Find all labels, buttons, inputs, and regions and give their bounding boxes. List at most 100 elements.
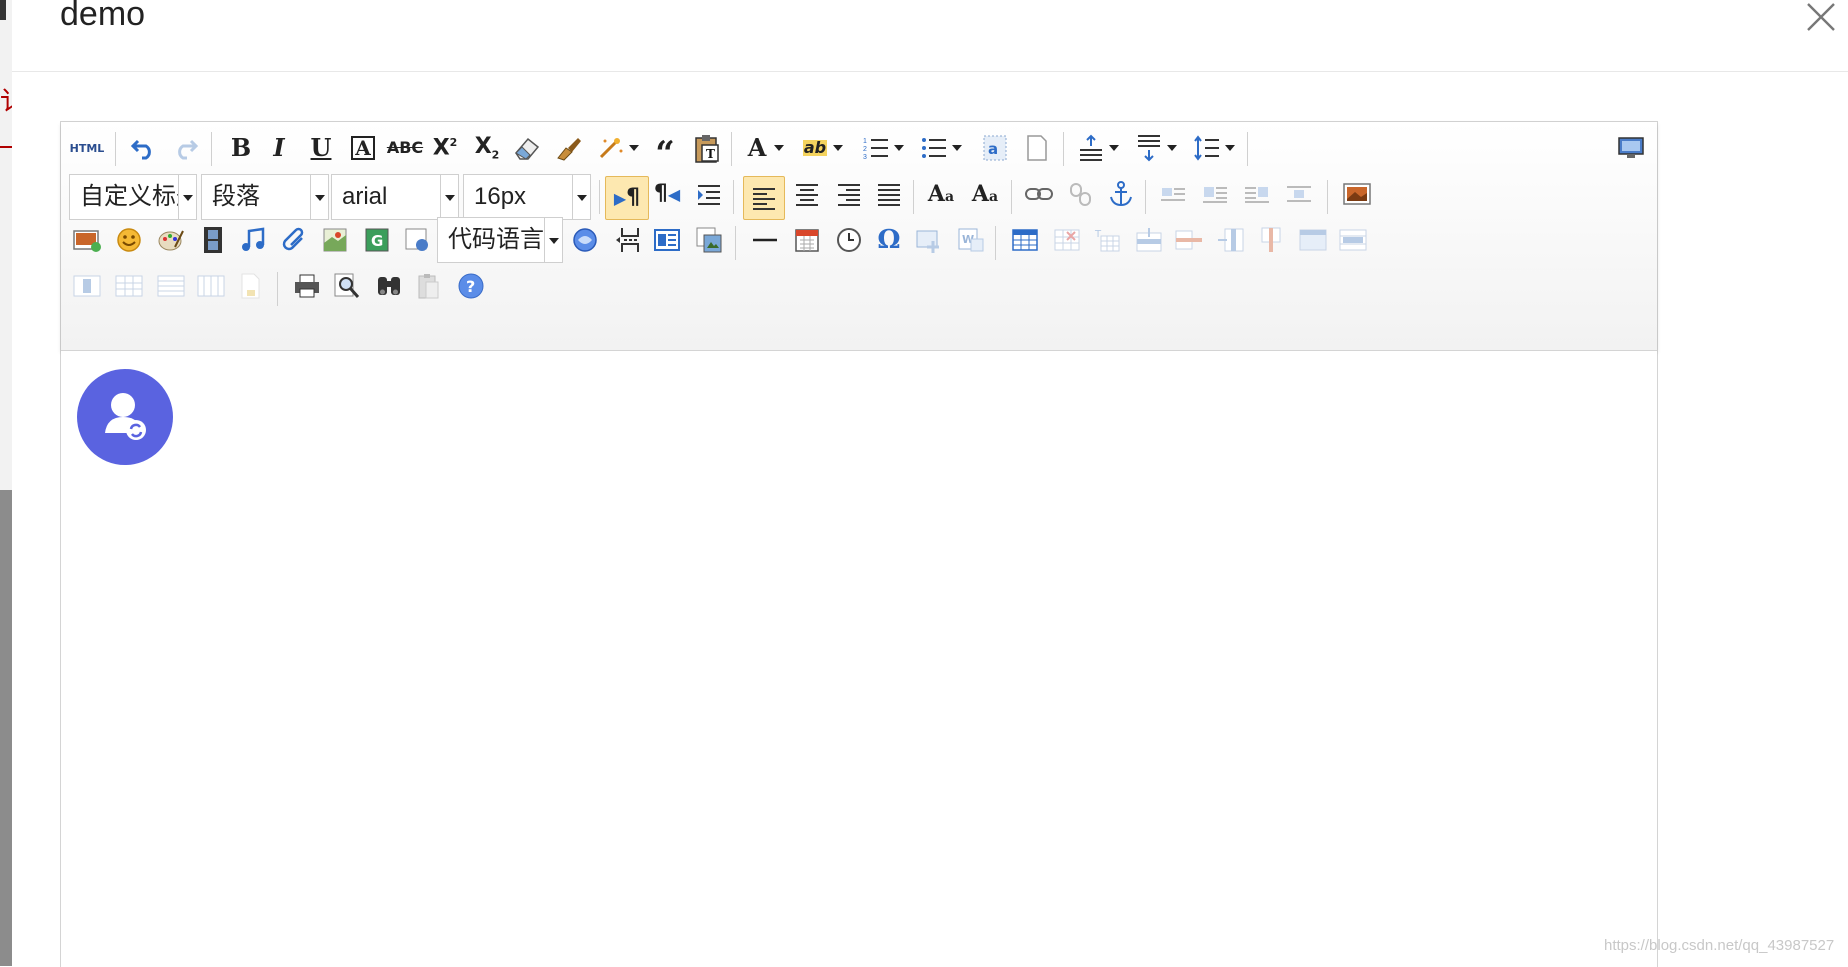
underline-icon[interactable]: U (301, 128, 341, 168)
editor-content-area[interactable] (61, 351, 1657, 967)
clear-doc-icon[interactable] (1017, 128, 1057, 168)
format-painter-icon[interactable] (549, 128, 589, 168)
toolbar-separator (1327, 180, 1328, 214)
draft-icon[interactable] (409, 266, 449, 306)
svg-text:2: 2 (863, 146, 867, 153)
svg-text:a: a (988, 140, 998, 158)
music-icon[interactable] (233, 220, 273, 260)
direction-rtl-icon[interactable]: ¶◀ (647, 174, 687, 214)
anchor-icon[interactable] (1101, 174, 1141, 214)
background-icon[interactable] (689, 220, 729, 260)
link-icon[interactable] (1019, 174, 1059, 214)
insert-row-icon[interactable] (1129, 220, 1169, 260)
print-icon[interactable] (287, 266, 327, 306)
font-family-select[interactable]: arial (331, 174, 459, 220)
find-icon[interactable] (369, 266, 409, 306)
preview-icon[interactable] (1611, 128, 1651, 168)
image-none-icon[interactable] (1153, 174, 1193, 214)
row-spacing-bottom-icon[interactable] (1129, 128, 1183, 168)
split-to-cols-icon[interactable] (191, 266, 231, 306)
font-size-select-value: 16px (474, 183, 527, 210)
to-lowercase-icon[interactable]: Aa (965, 174, 1005, 214)
delete-col-icon[interactable] (1251, 220, 1291, 260)
help-icon[interactable]: ? (451, 266, 491, 306)
highlight-color-icon[interactable]: ab (797, 128, 849, 168)
font-border-icon[interactable]: A (343, 128, 383, 168)
insert-col-icon[interactable] (1211, 220, 1251, 260)
direction-ltr-icon[interactable]: ▶¶ (605, 176, 649, 220)
unlink-icon[interactable] (1061, 174, 1101, 214)
chevron-down-icon (440, 175, 458, 219)
heading-select[interactable]: 自定义标题 (69, 174, 197, 220)
strikethrough-icon[interactable]: ABC (385, 128, 425, 168)
snapscreen-icon[interactable] (909, 220, 949, 260)
code-insert-icon[interactable] (565, 220, 605, 260)
chevron-down-icon (544, 218, 562, 262)
font-family-select-value: arial (342, 183, 388, 210)
svg-text:T: T (706, 147, 715, 161)
line-height-icon[interactable] (1187, 128, 1241, 168)
image-left-icon[interactable] (1195, 174, 1235, 214)
user-sync-icon (105, 393, 146, 440)
justify-icon[interactable] (869, 174, 909, 214)
font-color-icon[interactable]: A (741, 128, 791, 168)
special-chars-icon[interactable]: Ω (869, 220, 909, 260)
emotion-icon[interactable] (109, 220, 149, 260)
split-to-rows-icon[interactable] (151, 266, 191, 306)
toolbar-separator (1145, 180, 1146, 214)
multi-image-icon[interactable] (67, 220, 107, 260)
align-right-icon[interactable] (829, 174, 869, 214)
search-replace-icon[interactable] (327, 266, 367, 306)
attachment-icon[interactable] (275, 220, 315, 260)
video-icon[interactable] (193, 220, 233, 260)
merge-down-icon[interactable] (67, 266, 107, 306)
bold-icon[interactable]: B (221, 128, 261, 168)
google-map-icon[interactable]: G (357, 220, 397, 260)
insert-paragraph-before-table-icon[interactable]: T (1087, 220, 1127, 260)
undo-icon[interactable] (124, 128, 164, 168)
horizontal-rule-icon[interactable] (745, 220, 785, 260)
page-break-icon[interactable] (607, 220, 647, 260)
template-icon[interactable] (647, 220, 687, 260)
word-image-icon[interactable]: W (951, 220, 991, 260)
image-center-icon[interactable] (1279, 174, 1319, 214)
time-icon[interactable] (829, 220, 869, 260)
unordered-list-icon[interactable] (915, 128, 967, 168)
eraser-icon[interactable] (507, 128, 547, 168)
italic-icon[interactable]: I (259, 128, 299, 168)
insert-table-icon[interactable] (1005, 220, 1045, 260)
insert-image-icon[interactable] (1337, 174, 1377, 214)
close-icon[interactable] (1802, 0, 1838, 36)
heading-select-value: 自定义标题 (80, 183, 178, 210)
subscript-icon[interactable]: X2 (467, 128, 507, 168)
superscript-icon[interactable]: X2 (425, 128, 465, 168)
blockquote-icon[interactable]: “ (645, 128, 685, 171)
delete-row-icon[interactable] (1169, 220, 1209, 260)
code-language-select[interactable]: 代码语言 (437, 217, 563, 263)
indent-icon[interactable] (689, 174, 729, 214)
date-icon[interactable] (787, 220, 827, 260)
ordered-list-icon[interactable]: 123 (857, 128, 909, 168)
paragraph-select[interactable]: 段落 (201, 174, 329, 220)
chart-icon[interactable] (231, 266, 271, 306)
to-uppercase-icon[interactable]: Aa (921, 174, 961, 214)
editor-toolbar: HTML B I U A ABC X2 X2 “ T A ab 123 a 自定… (61, 122, 1657, 351)
merge-right-icon[interactable] (1333, 220, 1373, 260)
map-icon[interactable] (315, 220, 355, 260)
redo-icon[interactable] (165, 128, 205, 168)
row-spacing-top-icon[interactable] (1071, 128, 1125, 168)
paste-plain-icon[interactable]: T (687, 128, 727, 168)
delete-table-icon[interactable] (1047, 220, 1087, 260)
scrawl-icon[interactable] (151, 220, 191, 260)
align-left-icon[interactable] (743, 176, 785, 220)
align-center-icon[interactable] (787, 174, 827, 214)
insert-frame-icon[interactable] (397, 220, 437, 260)
font-size-select[interactable]: 16px (463, 174, 591, 220)
select-all-icon[interactable]: a (975, 128, 1015, 168)
split-to-cells-icon[interactable] (109, 266, 149, 306)
html-source-icon[interactable]: HTML (67, 128, 107, 168)
image-right-icon[interactable] (1237, 174, 1277, 214)
auto-typeset-icon[interactable] (591, 128, 645, 168)
background-page (0, 0, 12, 490)
merge-cells-icon[interactable] (1293, 220, 1333, 260)
